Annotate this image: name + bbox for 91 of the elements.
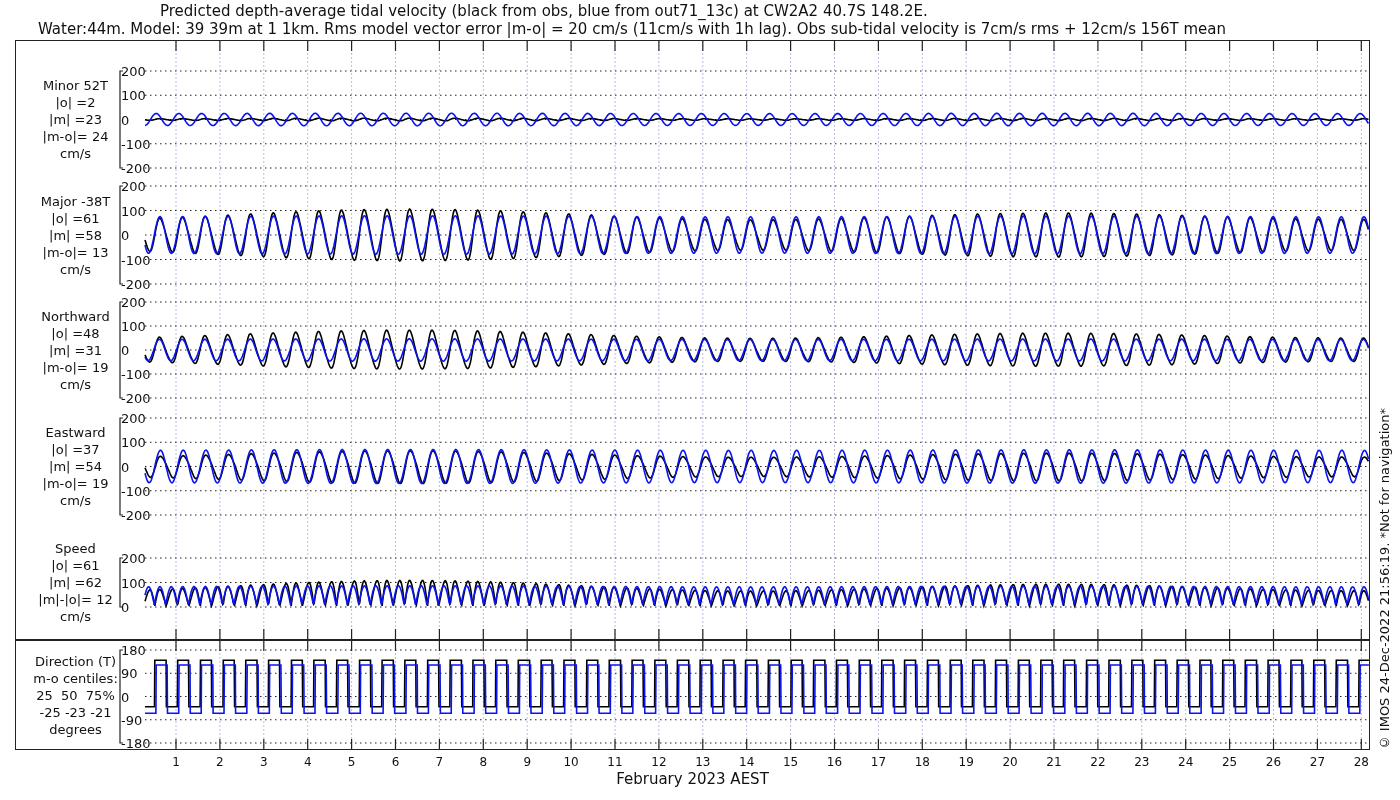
axis-tick-label: 14 (739, 755, 755, 769)
axis-tick-label: 20 (1002, 755, 1018, 769)
panel-stat-label: |m| =58 (49, 226, 102, 244)
chart-title: Predicted depth-average tidal velocity (black from obs, blue from out71_13c) at CW2A2 40.7S 148.2E. (159, 2, 929, 20)
panel-stat-label: cm/s (60, 607, 91, 625)
axis-tick-label: 12 (651, 755, 667, 769)
panel-stat-label: cm/s (60, 375, 91, 393)
panel-stat-label: m-o centiles: (33, 669, 118, 687)
panel-stat-label: 25 50 75% (36, 686, 115, 704)
axis-tick-label: 200 (121, 64, 146, 79)
panel-stat-label: |m| =62 (49, 573, 102, 591)
axis-tick-label: 200 (121, 411, 146, 426)
panel-stat-label: Eastward (45, 423, 106, 441)
axis-tick-label: 24 (1178, 755, 1194, 769)
axis-tick-label: 9 (523, 755, 531, 769)
axis-tick-label: -100 (121, 367, 151, 382)
axis-tick-label: 21 (1046, 755, 1062, 769)
panel-stat-label: Minor 52T (43, 76, 108, 94)
axis-tick-label: 13 (695, 755, 711, 769)
axis-tick-label: 10 (563, 755, 579, 769)
axis-tick-label: 200 (121, 179, 146, 194)
axis-tick-label: 100 (121, 203, 146, 219)
axis-tick-label: 0 (121, 689, 130, 705)
axis-tick-label: 16 (826, 755, 843, 769)
panel-stat-label: |m| =23 (49, 110, 102, 128)
axis-tick-label: 18 (914, 755, 930, 769)
axis-tick-label: 0 (121, 600, 130, 615)
axis-tick-label: -200 (121, 161, 151, 176)
panel-stat-label: degrees (49, 720, 102, 738)
axis-tick-label: 100 (121, 575, 146, 591)
axis-tick-label: 180 (121, 643, 146, 658)
chart-title: Water:44m. Model: 39 39m at 1 1km. Rms model vector error |m-o| = 20 cm/s (11cm/s with 1h lag). Obs sub-tidal velocity is 7cm/s rms + 12cm/s 156T mean (37, 20, 1227, 38)
panel-stat-label: cm/s (60, 491, 91, 509)
panel-stat-label: |o| =48 (51, 324, 100, 342)
axis-tick-label: 22 (1090, 755, 1106, 769)
panel-stat-label: |o| =61 (51, 209, 100, 227)
axis-tick-label: 100 (121, 435, 146, 451)
axis-tick-label: 0 (121, 343, 130, 358)
axis-tick-label: 17 (870, 755, 887, 769)
axis-tick-label: -100 (121, 136, 151, 152)
panel-stat-label: |m-o|= 13 (42, 243, 109, 261)
axis-tick-label: 6 (391, 755, 400, 769)
panel-stat-label: Direction (T) (35, 652, 116, 670)
axis-tick-label: -200 (121, 277, 151, 292)
panel-stat-label: |m-o|= 24 (42, 127, 109, 145)
axis-tick-label: -200 (121, 391, 151, 406)
panel-stat-label: |m-o|= 19 (42, 358, 109, 376)
panel-stat-label: |m| =54 (49, 457, 102, 475)
axis-tick-label: 100 (121, 88, 146, 104)
panel-stat-label: cm/s (60, 260, 91, 278)
axis-tick-label: 27 (1309, 755, 1326, 769)
axis-tick-label: 25 (1221, 755, 1238, 769)
panel-stat-label: Major -38T (40, 192, 111, 210)
panel-stat-label: |m-o|= 19 (42, 474, 109, 492)
axis-tick-label: 23 (1134, 755, 1150, 769)
axis-tick-label: 100 (121, 319, 146, 334)
axis-tick-label: 11 (607, 755, 623, 769)
panel-stat-label: |o| =61 (51, 556, 100, 574)
axis-tick-label: 2 (216, 755, 224, 769)
axis-tick-label: 5 (347, 755, 356, 769)
axis-tick-label: 8 (479, 755, 488, 769)
axis-tick-label: 3 (260, 755, 268, 769)
axis-tick-label: -200 (121, 508, 151, 523)
y-axis (119, 557, 124, 608)
x-axis-title: February 2023 AEST (615, 770, 770, 788)
axis-tick-label: 0 (121, 228, 130, 243)
axis-tick-label: -180 (121, 736, 151, 749)
axis-tick-label: 200 (121, 295, 146, 310)
panel-stat-label: |o| =2 (55, 93, 96, 111)
axis-tick-label: 7 (435, 755, 444, 769)
axis-tick-label: 19 (958, 755, 974, 769)
panel-stat-label: Northward (41, 307, 110, 325)
panel-stat-label: |m| =31 (49, 341, 102, 359)
panel-stat-label: cm/s (60, 144, 91, 162)
axis-tick-label: 1 (172, 755, 180, 769)
axis-tick-label: 28 (1353, 755, 1369, 769)
axis-tick-label: -100 (121, 252, 151, 268)
credit-text: © IMOS 24-Dec-2022 21:56:19. *Not for navigation* (1376, 407, 1392, 750)
panel-stat-label: |o| =37 (51, 440, 100, 458)
panel-stat-label: Speed (55, 539, 96, 557)
axis-tick-label: -100 (121, 483, 151, 499)
axis-tick-label: 0 (121, 459, 130, 475)
axis-tick-label: -90 (121, 712, 143, 728)
axis-tick-label: 4 (303, 755, 312, 769)
panel-stat-label: |m|-|o|= 12 (38, 590, 113, 608)
axis-tick-label: 15 (782, 755, 799, 769)
axis-tick-label: 90 (121, 666, 138, 682)
panel-stat-label: -25 -23 -21 (39, 703, 112, 721)
axis-tick-label: 26 (1265, 755, 1282, 769)
axis-tick-label: 0 (121, 112, 130, 128)
axis-tick-label: 200 (121, 551, 146, 566)
